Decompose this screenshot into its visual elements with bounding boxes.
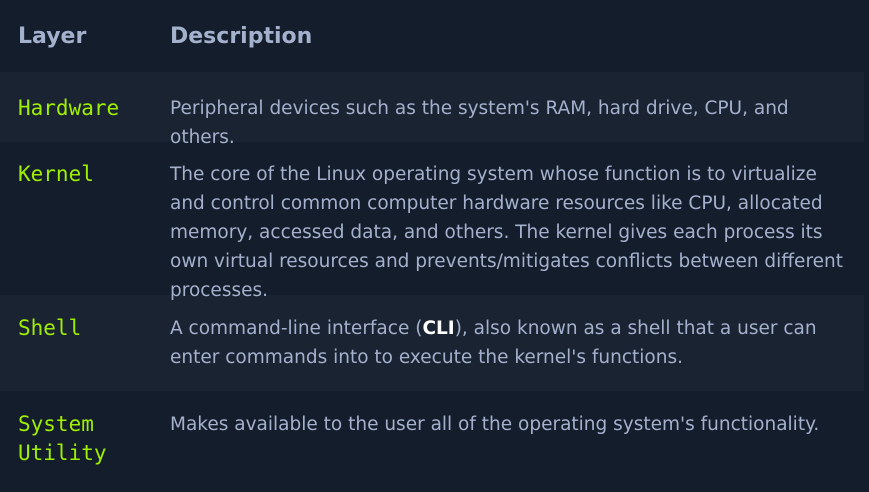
layer-cell: Shell bbox=[18, 316, 82, 340]
table-row: System Utility Makes available to the us… bbox=[0, 391, 864, 492]
description-text: A command-line interface ( bbox=[170, 318, 423, 339]
table-header-row: Layer Description bbox=[0, 0, 864, 72]
linux-layers-table: Layer Description Hardware Peripheral de… bbox=[0, 0, 864, 492]
description-cell: A command-line interface (CLI), also kno… bbox=[170, 295, 864, 391]
description-cell: The core of the Linux operating system w… bbox=[170, 164, 844, 301]
header-layer: Layer bbox=[18, 23, 87, 49]
description-cell: Peripheral devices such as the system's … bbox=[170, 98, 789, 148]
table-row: Kernel The core of the Linux operating s… bbox=[0, 142, 864, 301]
header-description: Description bbox=[170, 23, 313, 49]
layer-cell: System Utility bbox=[18, 412, 107, 465]
cli-bold-text: CLI bbox=[422, 318, 455, 339]
description-cell: Makes available to the user all of the o… bbox=[170, 414, 820, 435]
layer-cell: Hardware bbox=[18, 96, 120, 120]
layer-cell: Kernel bbox=[18, 162, 94, 186]
table-row: Shell A command-line interface (CLI), al… bbox=[0, 295, 864, 391]
table-row: Hardware Peripheral devices such as the … bbox=[0, 72, 864, 148]
